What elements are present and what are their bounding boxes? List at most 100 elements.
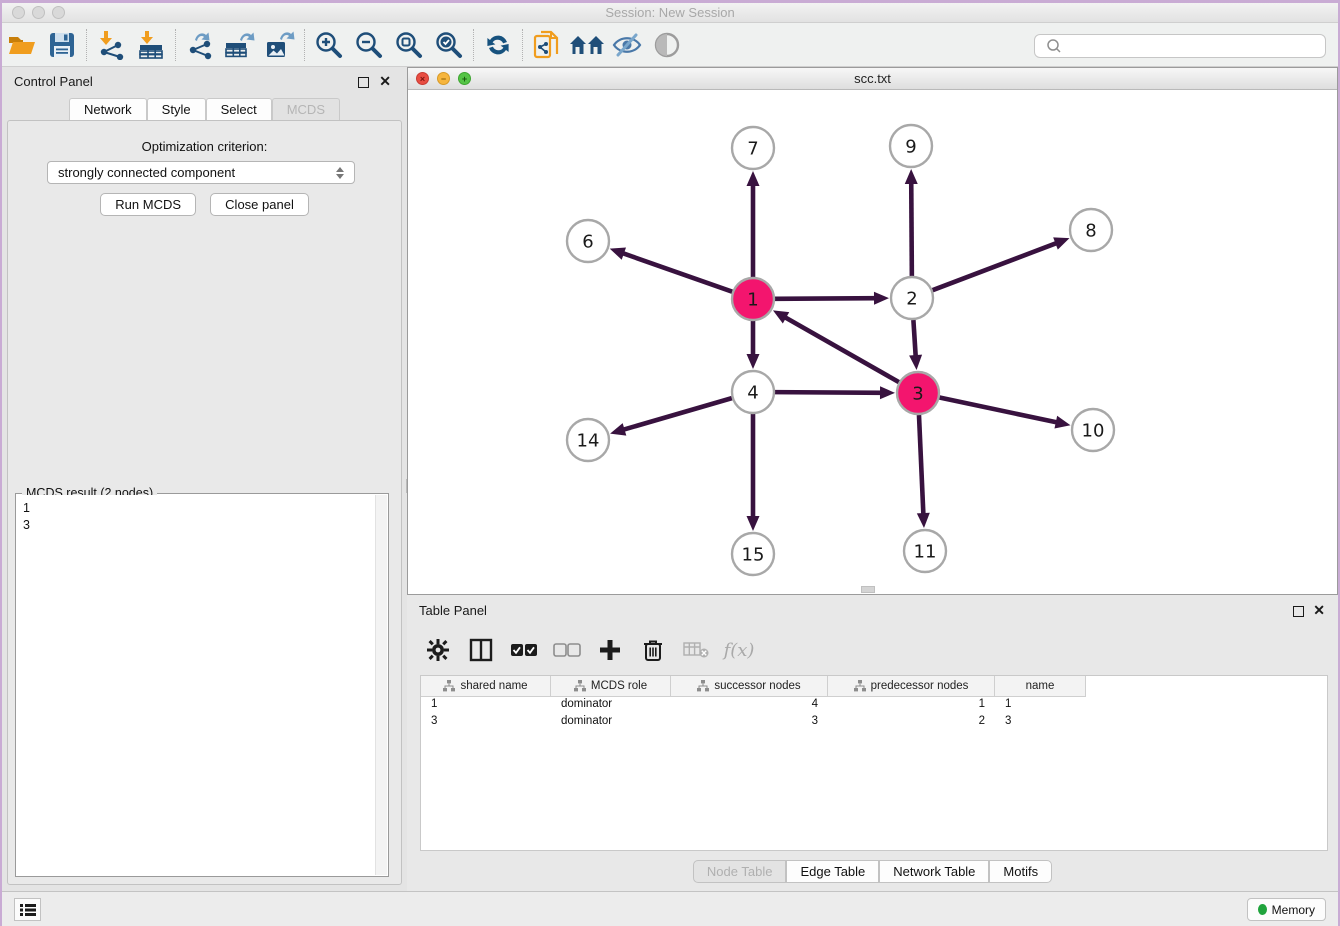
network-view-window: × − + scc.txt 7 9 6 8 1 2 4 3 14 10 15 11 — [407, 67, 1338, 595]
column-header-name[interactable]: name — [995, 676, 1086, 697]
graph-node-2[interactable]: 2 — [891, 277, 933, 319]
import-network-icon[interactable] — [91, 27, 131, 63]
toolbar-separator — [86, 29, 87, 61]
home-layout-icon[interactable] — [567, 27, 607, 63]
cell-name[interactable]: 3 — [995, 714, 1086, 731]
close-table-panel-icon[interactable]: ✕ — [1313, 603, 1325, 617]
task-history-button[interactable] — [14, 898, 41, 921]
column-header-successor-nodes[interactable]: successor nodes — [671, 676, 828, 697]
graph-edge-arrowhead — [905, 169, 918, 184]
export-table-icon[interactable] — [220, 27, 260, 63]
mcds-result-text[interactable]: 1 3 — [17, 495, 375, 875]
save-session-icon[interactable] — [42, 27, 82, 63]
cell-name[interactable]: 1 — [995, 697, 1086, 714]
criterion-dropdown[interactable]: strongly connected component — [47, 161, 355, 184]
cell-mcds-role[interactable]: dominator — [551, 714, 671, 731]
graph-edge-2-9[interactable] — [911, 181, 912, 276]
graph-node-label: 7 — [747, 138, 758, 159]
duplicate-network-icon[interactable] — [527, 27, 567, 63]
graph-node-15[interactable]: 15 — [732, 533, 774, 575]
result-scrollbar[interactable] — [375, 495, 387, 875]
cell-mcds-role[interactable]: dominator — [551, 697, 671, 714]
cell-shared-name[interactable]: 1 — [421, 697, 551, 714]
graph-node-14[interactable]: 14 — [567, 419, 609, 461]
zoom-out-icon[interactable] — [349, 27, 389, 63]
hide-eye-icon[interactable] — [607, 27, 647, 63]
graph-node-10[interactable]: 10 — [1072, 409, 1114, 451]
graph-node-7[interactable]: 7 — [732, 127, 774, 169]
graph-edge-2-3[interactable] — [913, 320, 915, 358]
tab-network[interactable]: Network — [69, 98, 147, 120]
graph-edge-3-10[interactable] — [940, 398, 1059, 423]
graph-node-11[interactable]: 11 — [904, 530, 946, 572]
tab-node-table[interactable]: Node Table — [693, 860, 787, 883]
tab-mcds[interactable]: MCDS — [272, 98, 340, 120]
graph-node-6[interactable]: 6 — [567, 220, 609, 262]
canvas-splitter-nub[interactable] — [861, 586, 875, 593]
table-panel-title: Table Panel — [419, 603, 487, 618]
graph-node-8[interactable]: 8 — [1070, 209, 1112, 251]
add-column-plus-icon[interactable] — [593, 633, 627, 667]
tab-select[interactable]: Select — [206, 98, 272, 120]
tab-motifs[interactable]: Motifs — [989, 860, 1052, 883]
export-image-icon[interactable] — [260, 27, 300, 63]
cell-successor-nodes[interactable]: 4 — [671, 697, 828, 714]
run-mcds-button[interactable]: Run MCDS — [100, 193, 196, 216]
zoom-fit-icon[interactable] — [389, 27, 429, 63]
graph-edge-arrowhead — [880, 386, 895, 399]
float-panel-icon[interactable] — [358, 77, 369, 88]
graph-node-3[interactable]: 3 — [897, 372, 939, 414]
zoom-selected-icon[interactable] — [429, 27, 469, 63]
table-row[interactable]: 3 dominator 3 2 3 — [421, 714, 1327, 731]
table-row[interactable]: 1 dominator 4 1 1 — [421, 697, 1327, 714]
control-panel-header: Control Panel ✕ — [2, 71, 407, 93]
session-title: Session: New Session — [2, 5, 1338, 20]
graph-edge-4-3[interactable] — [775, 392, 883, 393]
tab-style[interactable]: Style — [147, 98, 206, 120]
column-header-predecessor-nodes[interactable]: predecessor nodes — [828, 676, 995, 697]
network-window-titlebar[interactable]: × − + scc.txt — [408, 68, 1337, 90]
select-all-checkboxes-icon[interactable] — [507, 633, 541, 667]
search-input[interactable] — [1065, 36, 1325, 56]
delete-column-trash-icon[interactable] — [636, 633, 670, 667]
deselect-all-checkboxes-icon[interactable] — [550, 633, 584, 667]
close-panel-icon[interactable]: ✕ — [379, 74, 391, 88]
graph-edge-4-14[interactable] — [622, 398, 732, 430]
cell-shared-name[interactable]: 3 — [421, 714, 551, 731]
mcds-result-line: 3 — [23, 517, 369, 534]
graph-node-1[interactable]: 1 — [732, 278, 774, 320]
graph-edge-3-11[interactable] — [919, 415, 923, 516]
cell-predecessor-nodes[interactable]: 1 — [828, 697, 995, 714]
tab-network-table[interactable]: Network Table — [879, 860, 989, 883]
graph-node-9[interactable]: 9 — [890, 125, 932, 167]
app-titlebar: Session: New Session — [2, 3, 1338, 23]
column-header-shared-name[interactable]: shared name — [421, 676, 551, 697]
graph-edge-1-6[interactable] — [621, 253, 732, 292]
show-column-panel-icon[interactable] — [464, 633, 498, 667]
zoom-in-icon[interactable] — [309, 27, 349, 63]
column-header-mcds-role[interactable]: MCDS role — [551, 676, 671, 697]
graph-edge-arrowhead — [874, 292, 889, 305]
tab-edge-table[interactable]: Edge Table — [786, 860, 879, 883]
control-panel: Control Panel ✕ Network Style Select MCD… — [2, 67, 407, 891]
graph-edge-1-2[interactable] — [775, 298, 877, 299]
memory-button[interactable]: Memory — [1247, 898, 1326, 921]
memory-label: Memory — [1272, 903, 1315, 917]
fx-label: f(x) — [724, 640, 755, 661]
float-table-panel-icon[interactable] — [1293, 606, 1304, 617]
import-table-icon[interactable] — [131, 27, 171, 63]
close-panel-button[interactable]: Close panel — [210, 193, 309, 216]
network-canvas[interactable]: 7 9 6 8 1 2 4 3 14 10 15 11 — [408, 90, 1337, 594]
toolbar-separator — [175, 29, 176, 61]
export-network-icon[interactable] — [180, 27, 220, 63]
graph-node-4[interactable]: 4 — [732, 371, 774, 413]
node-table[interactable]: shared name MCDS role successor nodes pr… — [420, 675, 1328, 851]
refresh-view-icon[interactable] — [478, 27, 518, 63]
open-folder-icon[interactable] — [2, 27, 42, 63]
graph-edge-3-1[interactable] — [783, 316, 898, 382]
graph-node-label: 14 — [577, 430, 600, 451]
cell-successor-nodes[interactable]: 3 — [671, 714, 828, 731]
table-settings-gear-icon[interactable] — [421, 633, 455, 667]
graph-edge-2-8[interactable] — [933, 242, 1059, 290]
cell-predecessor-nodes[interactable]: 2 — [828, 714, 995, 731]
